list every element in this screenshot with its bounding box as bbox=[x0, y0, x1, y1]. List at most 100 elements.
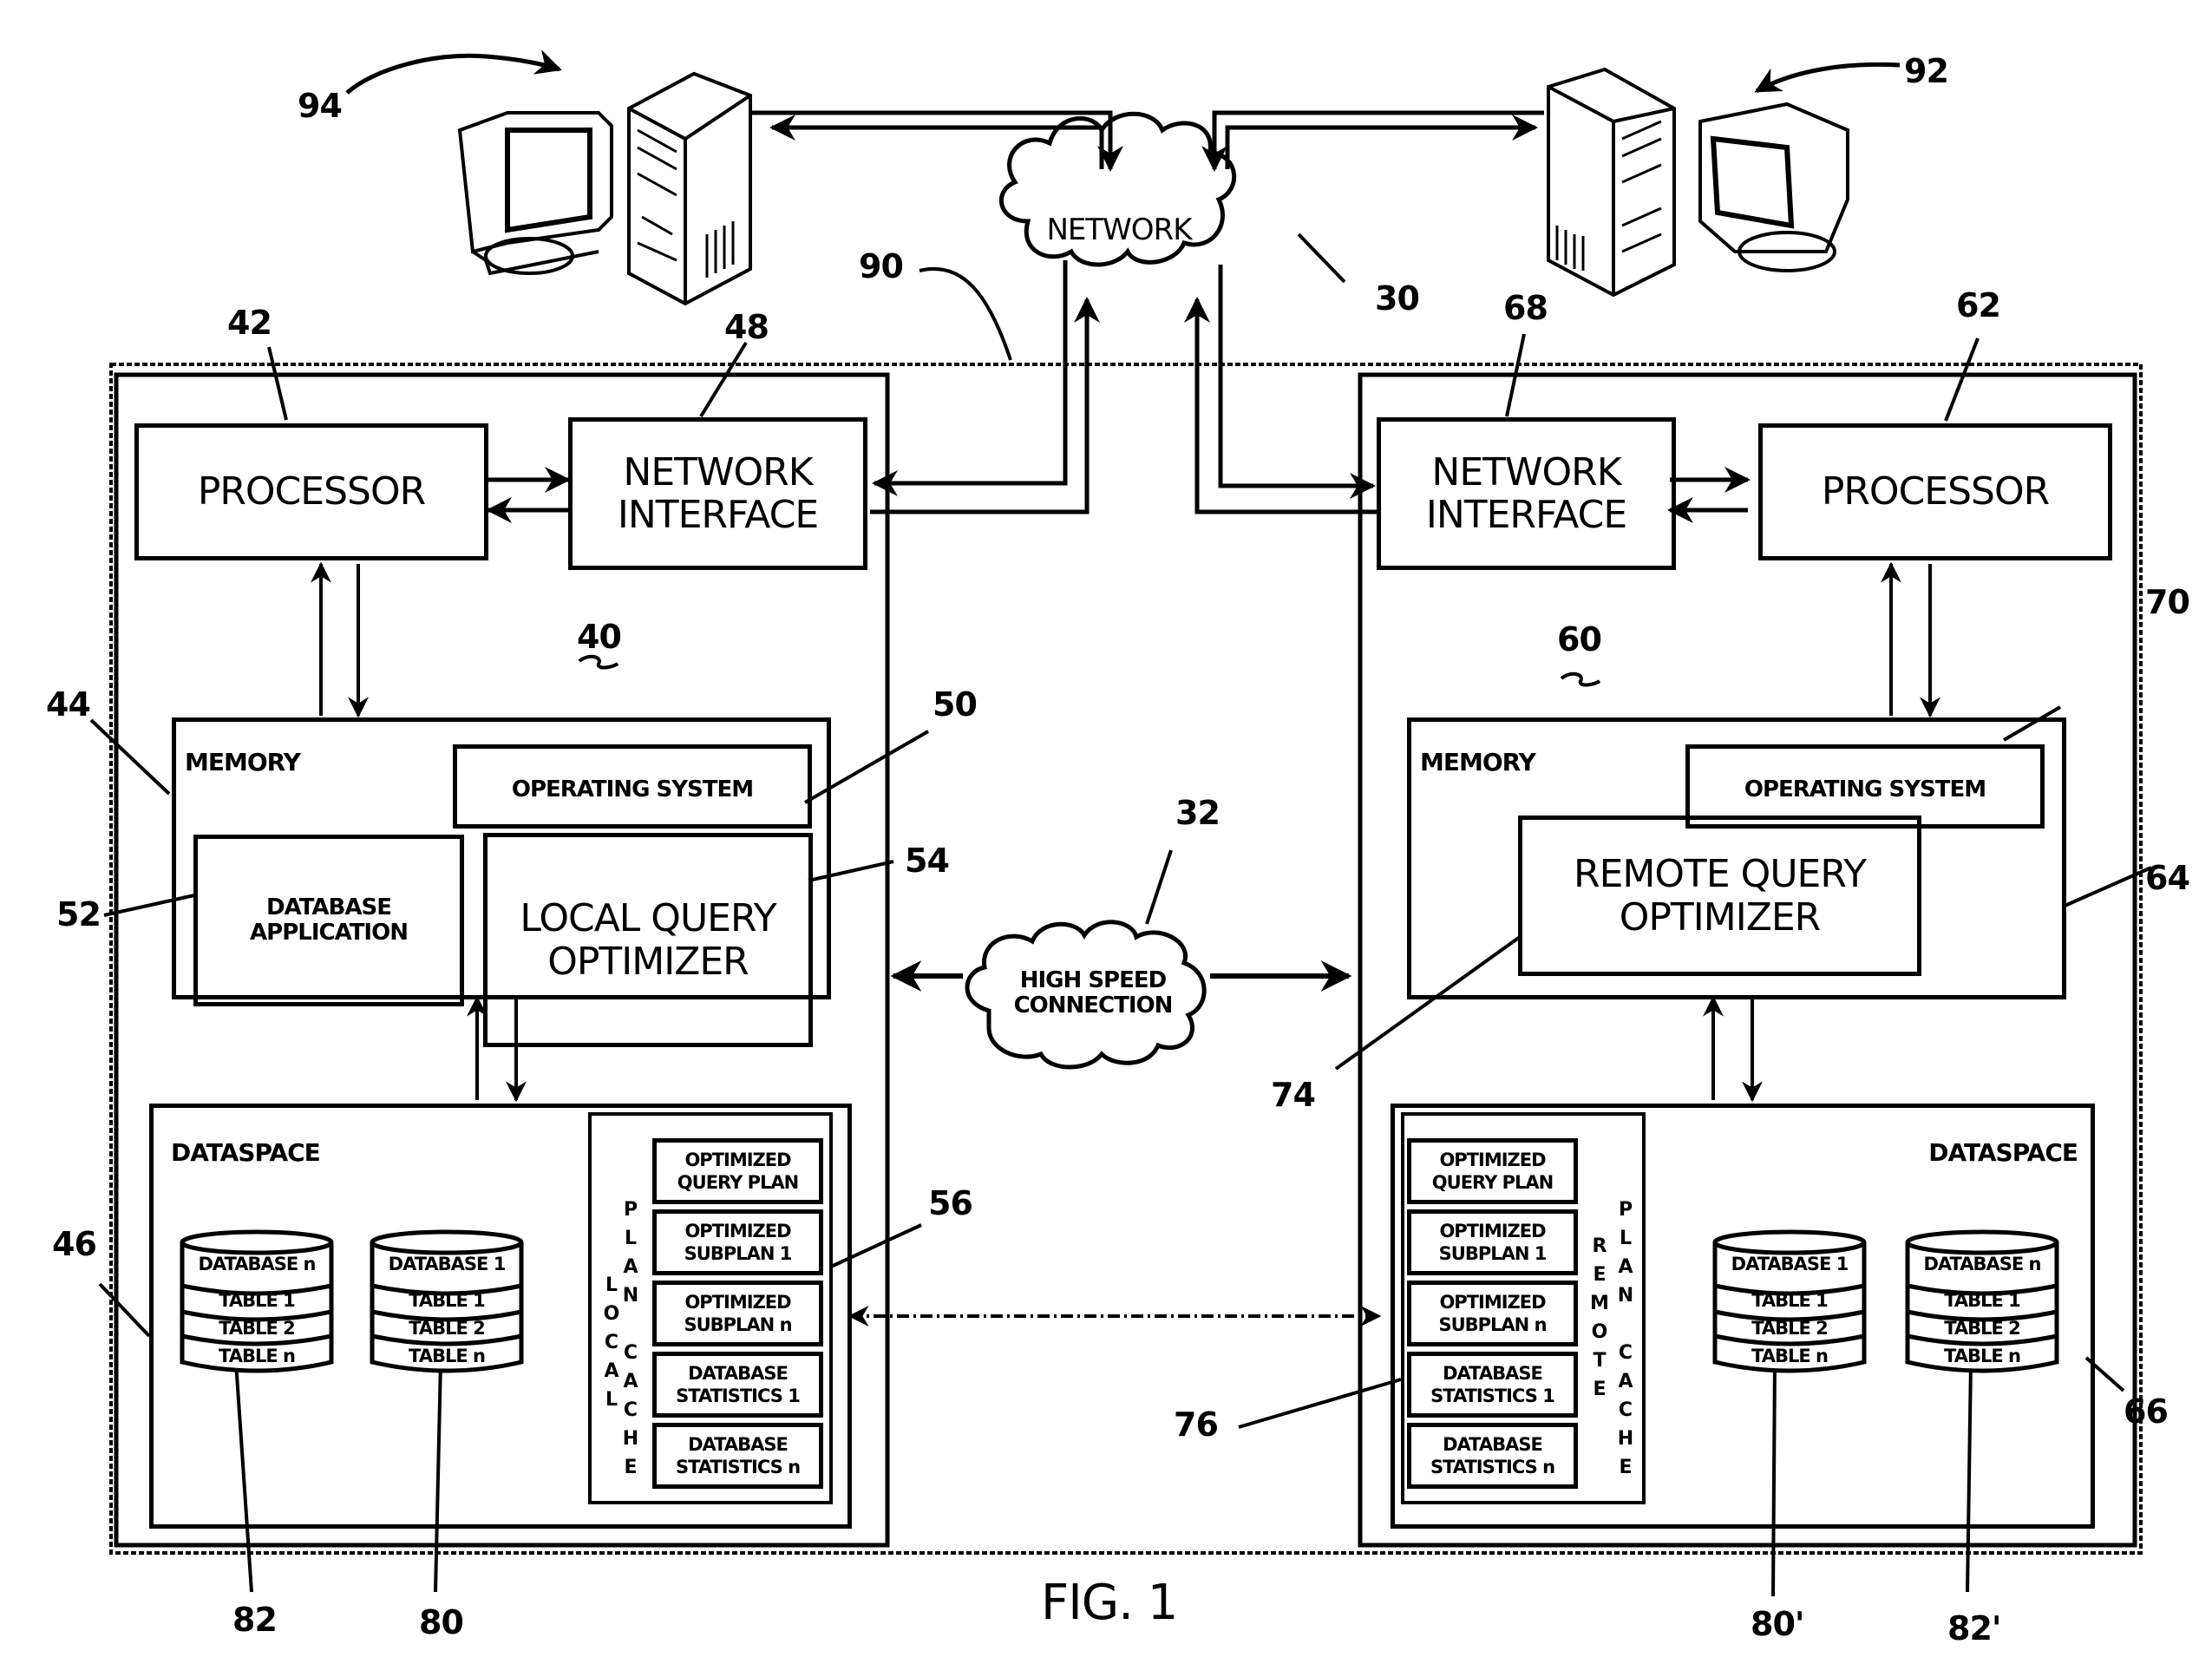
plan-cache-title-letter: H bbox=[622, 1428, 639, 1450]
network-ref-leader bbox=[1297, 233, 1346, 284]
local-network-interface-box: NETWORK INTERFACE bbox=[568, 417, 867, 570]
database-label: DATABASE 1 bbox=[388, 1254, 507, 1274]
plan-cache-entry-line1: DATABASE bbox=[1443, 1362, 1543, 1384]
database-label: TABLE 1 bbox=[409, 1290, 486, 1311]
plan-cache-entry-line1: OPTIMIZED bbox=[1439, 1220, 1546, 1241]
database-label: DATABASE n bbox=[198, 1254, 317, 1274]
left-client-ref-leader bbox=[345, 49, 562, 95]
plan-cache-entry-line1: OPTIMIZED bbox=[1439, 1149, 1546, 1170]
local-plan-cache-title-local: LOCAL bbox=[601, 1271, 622, 1414]
database-label: DATABASE 1 bbox=[1731, 1254, 1849, 1274]
plan-cache-entry: OPTIMIZED SUBPLAN n bbox=[652, 1281, 823, 1346]
ref-local-query-optimizer: 54 bbox=[905, 842, 950, 880]
remote-ni-label-1: NETWORK bbox=[1431, 449, 1621, 495]
ref-remote-query-optimizer: 74 bbox=[1271, 1076, 1316, 1114]
ref-remote-db-1: 82' bbox=[1947, 1609, 2002, 1648]
high-speed-label-1: HIGH SPEED bbox=[1019, 966, 1167, 993]
plan-cache-entry: DATABASE STATISTICS 1 bbox=[1407, 1352, 1578, 1418]
plan-cache-entry-line1: OPTIMIZED bbox=[684, 1149, 791, 1170]
plan-cache-title-letter: T bbox=[1593, 1350, 1607, 1372]
plan-cache-title-letter: N bbox=[622, 1285, 639, 1307]
plan-cache-title-letter: R bbox=[1592, 1235, 1607, 1257]
ref-remote-dataspace: 66 bbox=[2124, 1392, 2169, 1431]
plan-cache-title-letter: A bbox=[604, 1360, 619, 1382]
remote-dataspace-label: DATASPACE bbox=[1928, 1138, 2078, 1167]
plan-cache-title-letter bbox=[1615, 1310, 1636, 1339]
local-ni-label-1: NETWORK bbox=[623, 449, 813, 495]
plan-cache-title-letter: L bbox=[1619, 1228, 1633, 1249]
remote-qo-label-1: REMOTE QUERY bbox=[1574, 852, 1867, 897]
ref-local-network-interface: 48 bbox=[724, 308, 769, 346]
database-label: TABLE n bbox=[219, 1346, 296, 1366]
ref-remote-os: 70 bbox=[2145, 583, 2190, 621]
plan-cache-title-letter: A bbox=[1618, 1256, 1633, 1278]
plan-cache-entry: OPTIMIZED QUERY PLAN bbox=[1407, 1138, 1578, 1204]
ref-local-os: 50 bbox=[933, 685, 978, 724]
plan-cache-title-letter: A bbox=[623, 1371, 638, 1392]
plan-cache-entry: DATABASE STATISTICS n bbox=[1407, 1423, 1578, 1489]
plan-cache-title-letter: A bbox=[623, 1256, 638, 1278]
local-dbapp-label-2: APPLICATION bbox=[250, 920, 409, 946]
local-processor-label: PROCESSOR bbox=[197, 469, 426, 514]
plan-cache-title-letter: M bbox=[1590, 1293, 1609, 1314]
local-qo-label-2: OPTIMIZER bbox=[547, 939, 749, 984]
plan-cache-entry-line1: DATABASE bbox=[1443, 1433, 1543, 1455]
plan-cache-entry: DATABASE STATISTICS 1 bbox=[652, 1352, 823, 1418]
plan-cache-entry: OPTIMIZED SUBPLAN n bbox=[1407, 1281, 1578, 1346]
ref-remote-network-interface: 68 bbox=[1503, 289, 1548, 327]
ref-local-processor: 42 bbox=[227, 304, 272, 342]
plan-cache-entry-line2: STATISTICS n bbox=[1430, 1457, 1555, 1477]
local-qo-label-1: LOCAL QUERY bbox=[520, 896, 776, 941]
ref-local-system: 40 bbox=[577, 618, 622, 656]
plan-cache-entry-line1: DATABASE bbox=[688, 1362, 789, 1384]
ref-remote-plan-cache: 76 bbox=[1174, 1405, 1219, 1444]
ref-left-client: 94 bbox=[298, 87, 343, 125]
plan-cache-title-letter: C bbox=[604, 1332, 619, 1353]
plan-cache-entry-line2: QUERY PLAN bbox=[677, 1172, 799, 1193]
ref-remote-memory: 64 bbox=[2145, 859, 2190, 897]
local-os-box: OPERATING SYSTEM bbox=[453, 744, 812, 829]
remote-os-label: OPERATING SYSTEM bbox=[1744, 776, 1986, 802]
database-label: DATABASE n bbox=[1923, 1254, 2042, 1274]
plan-cache-title-letter: P bbox=[1618, 1199, 1633, 1221]
plan-cache-entry-line2: SUBPLAN n bbox=[1438, 1314, 1547, 1335]
plan-cache-entry-line2: STATISTICS 1 bbox=[1430, 1385, 1555, 1406]
database-label: TABLE n bbox=[409, 1346, 486, 1366]
plan-cache-title-letter: E bbox=[1593, 1379, 1607, 1400]
database-label: TABLE 2 bbox=[1751, 1318, 1829, 1339]
ref-high-speed: 32 bbox=[1175, 794, 1221, 832]
plan-cache-title-letter: A bbox=[1618, 1371, 1633, 1392]
plan-cache-entry: DATABASE STATISTICS n bbox=[652, 1423, 823, 1489]
local-dbapp-label-1: DATABASE bbox=[266, 894, 392, 920]
plan-cache-entry-line1: OPTIMIZED bbox=[1439, 1291, 1546, 1313]
plan-cache-entry-line1: DATABASE bbox=[688, 1433, 789, 1455]
remote-query-optimizer-box: REMOTE QUERY OPTIMIZER bbox=[1518, 816, 1921, 976]
plan-cache-title-letter: E bbox=[624, 1457, 638, 1478]
database-label: TABLE n bbox=[1944, 1346, 2021, 1366]
plan-cache-entry: OPTIMIZED SUBPLAN 1 bbox=[1407, 1209, 1578, 1275]
ref-local-db-1: 80 bbox=[419, 1603, 464, 1641]
ref-local-dataspace: 46 bbox=[52, 1225, 97, 1263]
high-speed-label-2: CONNECTION bbox=[1013, 992, 1174, 1019]
ref-local-plan-cache: 56 bbox=[928, 1184, 973, 1222]
ref-local-database-application: 52 bbox=[56, 895, 101, 933]
plan-cache-entry-line2: SUBPLAN n bbox=[684, 1314, 792, 1335]
plan-cache-title-letter: C bbox=[623, 1342, 638, 1364]
database-label: TABLE n bbox=[1751, 1346, 1829, 1366]
ref-system-boundary: 90 bbox=[859, 247, 904, 285]
plan-cache-title-letter: H bbox=[1617, 1428, 1634, 1450]
ref-local-db-0: 82 bbox=[232, 1601, 278, 1639]
high-speed-ref-leader bbox=[1145, 849, 1173, 925]
remote-plan-cache-title-plan-cache: PLAN CACHE bbox=[1615, 1196, 1636, 1482]
remote-processor-box: PROCESSOR bbox=[1758, 423, 2112, 560]
plan-cache-entry-line2: SUBPLAN 1 bbox=[1438, 1243, 1548, 1264]
database-label: TABLE 1 bbox=[1751, 1290, 1829, 1311]
plan-cache-entry-line2: STATISTICS 1 bbox=[676, 1385, 801, 1406]
database-label: TABLE 2 bbox=[1944, 1318, 2021, 1339]
remote-ni-label-2: INTERFACE bbox=[1425, 493, 1627, 537]
ref-right-client: 92 bbox=[1904, 52, 1949, 90]
ref-network: 30 bbox=[1375, 279, 1420, 318]
plan-cache-title-letter: O bbox=[603, 1303, 620, 1325]
plan-cache-title-letter: L bbox=[624, 1228, 638, 1249]
plan-cache-title-letter: N bbox=[1617, 1285, 1634, 1307]
